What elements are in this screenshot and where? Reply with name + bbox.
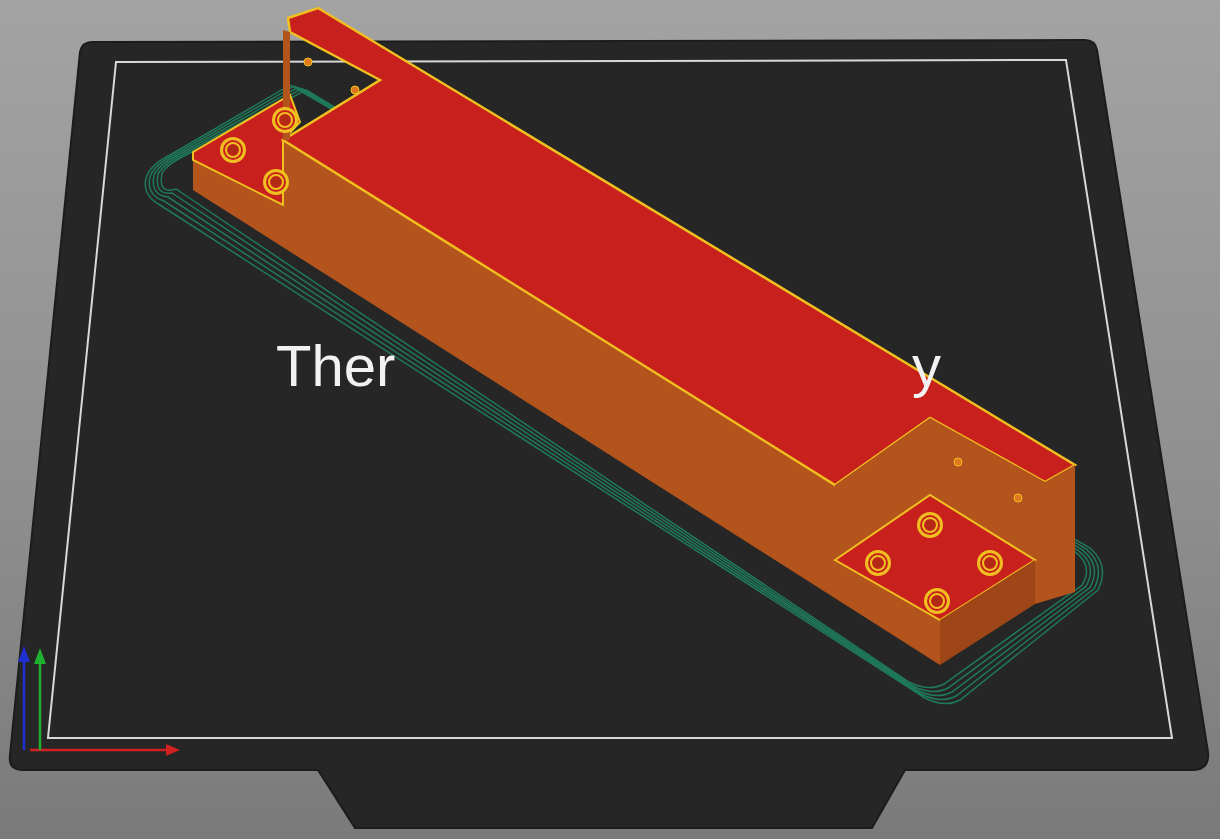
slicer-3d-view[interactable]: Ther y [0, 0, 1220, 839]
mounting-hole-icon [917, 512, 943, 538]
mounting-hole-icon [865, 550, 891, 576]
bed-label: y [912, 333, 941, 398]
mounting-hole-icon [272, 107, 298, 133]
mounting-hole-icon [977, 550, 1003, 576]
mounting-hole-icon [924, 588, 950, 614]
bed-boundary [48, 60, 1172, 738]
print-bed [10, 40, 1208, 828]
screw-hole-icon [351, 86, 359, 94]
scene-canvas[interactable]: Ther y [0, 0, 1220, 839]
screw-hole-icon [304, 58, 312, 66]
bed-label: Ther [276, 333, 395, 398]
screw-hole-icon [954, 458, 962, 466]
axes-icon [18, 646, 180, 756]
mounting-hole-icon [263, 169, 289, 195]
mounting-hole-icon [220, 137, 246, 163]
printed-part[interactable] [193, 8, 1075, 665]
screw-hole-icon [1014, 494, 1022, 502]
